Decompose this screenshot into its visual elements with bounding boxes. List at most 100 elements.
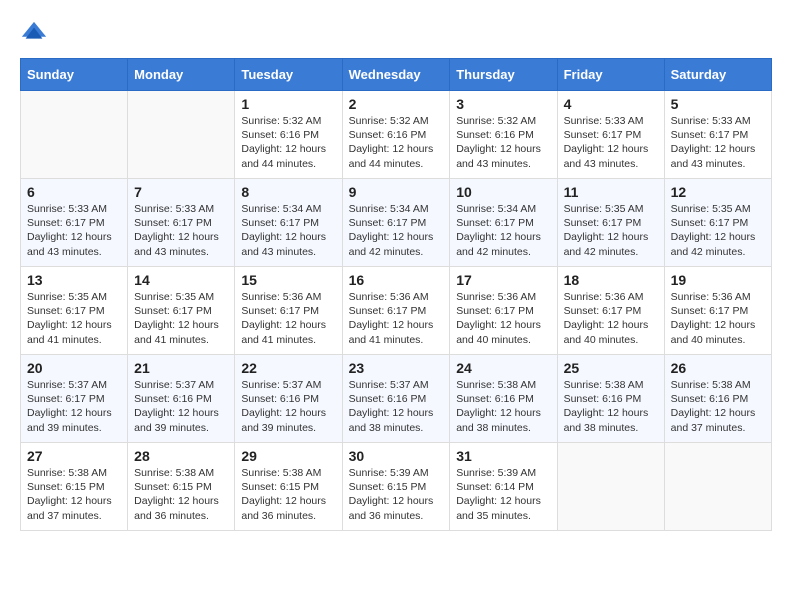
- day-header-monday: Monday: [128, 59, 235, 91]
- calendar-cell: [557, 443, 664, 531]
- cell-info: Sunrise: 5:34 AMSunset: 6:17 PMDaylight:…: [349, 202, 444, 259]
- calendar-cell: 30Sunrise: 5:39 AMSunset: 6:15 PMDayligh…: [342, 443, 450, 531]
- day-number: 17: [456, 272, 550, 288]
- cell-info: Sunrise: 5:38 AMSunset: 6:16 PMDaylight:…: [456, 378, 550, 435]
- calendar-week-row: 6 Sunrise: 5:33 AMSunset: 6:17 PMDaylight…: [21, 179, 772, 267]
- cell-info: Sunrise: 5:36 AMSunset: 6:17 PMDaylight:…: [456, 290, 550, 347]
- day-number: 12: [671, 184, 765, 200]
- day-number: 1: [241, 96, 335, 112]
- day-number: 3: [456, 96, 550, 112]
- day-number: 5: [671, 96, 765, 112]
- logo-icon: [20, 20, 48, 48]
- cell-info: Sunrise: 5:38 AMSunset: 6:15 PMDaylight:…: [241, 466, 335, 523]
- calendar-cell: 24 Sunrise: 5:38 AMSunset: 6:16 PMDayligh…: [450, 355, 557, 443]
- day-header-wednesday: Wednesday: [342, 59, 450, 91]
- calendar-cell: 19 Sunrise: 5:36 AMSunset: 6:17 PMDayligh…: [664, 267, 771, 355]
- calendar-cell: 23 Sunrise: 5:37 AMSunset: 6:16 PMDayligh…: [342, 355, 450, 443]
- calendar-cell: 7 Sunrise: 5:33 AMSunset: 6:17 PMDaylight…: [128, 179, 235, 267]
- day-number: 14: [134, 272, 228, 288]
- cell-info: Sunrise: 5:34 AMSunset: 6:17 PMDaylight:…: [241, 202, 335, 259]
- day-number: 2: [349, 96, 444, 112]
- day-number: 7: [134, 184, 228, 200]
- calendar-cell: 22Sunrise: 5:37 AMSunset: 6:16 PMDayligh…: [235, 355, 342, 443]
- day-number: 16: [349, 272, 444, 288]
- day-number: 11: [564, 184, 658, 200]
- day-number: 13: [27, 272, 121, 288]
- day-header-saturday: Saturday: [664, 59, 771, 91]
- calendar-cell: [21, 91, 128, 179]
- day-number: 8: [241, 184, 335, 200]
- cell-info: Sunrise: 5:36 AMSunset: 6:17 PMDaylight:…: [349, 290, 444, 347]
- day-number: 27: [27, 448, 121, 464]
- cell-info: Sunrise: 5:32 AMSunset: 6:16 PMDaylight:…: [241, 114, 335, 171]
- page-header: [20, 20, 772, 48]
- day-number: 29: [241, 448, 335, 464]
- day-number: 18: [564, 272, 658, 288]
- calendar-week-row: 20 Sunrise: 5:37 AMSunset: 6:17 PMDayligh…: [21, 355, 772, 443]
- cell-info: Sunrise: 5:36 AMSunset: 6:17 PMDaylight:…: [564, 290, 658, 347]
- calendar-cell: 25 Sunrise: 5:38 AMSunset: 6:16 PMDayligh…: [557, 355, 664, 443]
- calendar-cell: 12 Sunrise: 5:35 AMSunset: 6:17 PMDayligh…: [664, 179, 771, 267]
- cell-info: Sunrise: 5:35 AMSunset: 6:17 PMDaylight:…: [671, 202, 765, 259]
- day-header-sunday: Sunday: [21, 59, 128, 91]
- day-header-thursday: Thursday: [450, 59, 557, 91]
- calendar-table: SundayMondayTuesdayWednesdayThursdayFrid…: [20, 58, 772, 531]
- calendar-week-row: 27 Sunrise: 5:38 AMSunset: 6:15 PMDayligh…: [21, 443, 772, 531]
- day-number: 20: [27, 360, 121, 376]
- day-number: 6: [27, 184, 121, 200]
- cell-info: Sunrise: 5:38 AMSunset: 6:15 PMDaylight:…: [27, 466, 121, 523]
- cell-info: Sunrise: 5:35 AMSunset: 6:17 PMDaylight:…: [564, 202, 658, 259]
- day-header-friday: Friday: [557, 59, 664, 91]
- calendar-cell: 17 Sunrise: 5:36 AMSunset: 6:17 PMDayligh…: [450, 267, 557, 355]
- day-number: 19: [671, 272, 765, 288]
- cell-info: Sunrise: 5:35 AMSunset: 6:17 PMDaylight:…: [134, 290, 228, 347]
- cell-info: Sunrise: 5:37 AMSunset: 6:16 PMDaylight:…: [349, 378, 444, 435]
- day-number: 21: [134, 360, 228, 376]
- day-number: 4: [564, 96, 658, 112]
- day-number: 23: [349, 360, 444, 376]
- calendar-header-row: SundayMondayTuesdayWednesdayThursdayFrid…: [21, 59, 772, 91]
- day-header-tuesday: Tuesday: [235, 59, 342, 91]
- cell-info: Sunrise: 5:38 AMSunset: 6:16 PMDaylight:…: [671, 378, 765, 435]
- calendar-week-row: 13 Sunrise: 5:35 AMSunset: 6:17 PMDayligh…: [21, 267, 772, 355]
- calendar-cell: 26 Sunrise: 5:38 AMSunset: 6:16 PMDayligh…: [664, 355, 771, 443]
- calendar-cell: 13 Sunrise: 5:35 AMSunset: 6:17 PMDayligh…: [21, 267, 128, 355]
- day-number: 28: [134, 448, 228, 464]
- day-number: 25: [564, 360, 658, 376]
- calendar-cell: 15Sunrise: 5:36 AMSunset: 6:17 PMDayligh…: [235, 267, 342, 355]
- cell-info: Sunrise: 5:38 AMSunset: 6:16 PMDaylight:…: [564, 378, 658, 435]
- day-number: 15: [241, 272, 335, 288]
- calendar-cell: [664, 443, 771, 531]
- cell-info: Sunrise: 5:34 AMSunset: 6:17 PMDaylight:…: [456, 202, 550, 259]
- cell-info: Sunrise: 5:33 AMSunset: 6:17 PMDaylight:…: [564, 114, 658, 171]
- day-number: 22: [241, 360, 335, 376]
- calendar-cell: 3Sunrise: 5:32 AMSunset: 6:16 PMDaylight…: [450, 91, 557, 179]
- day-number: 30: [349, 448, 444, 464]
- cell-info: Sunrise: 5:35 AMSunset: 6:17 PMDaylight:…: [27, 290, 121, 347]
- calendar-cell: 21 Sunrise: 5:37 AMSunset: 6:16 PMDayligh…: [128, 355, 235, 443]
- calendar-cell: 2Sunrise: 5:32 AMSunset: 6:16 PMDaylight…: [342, 91, 450, 179]
- day-number: 26: [671, 360, 765, 376]
- calendar-cell: 14 Sunrise: 5:35 AMSunset: 6:17 PMDayligh…: [128, 267, 235, 355]
- cell-info: Sunrise: 5:37 AMSunset: 6:16 PMDaylight:…: [134, 378, 228, 435]
- calendar-cell: 8 Sunrise: 5:34 AMSunset: 6:17 PMDaylight…: [235, 179, 342, 267]
- calendar-cell: 31Sunrise: 5:39 AMSunset: 6:14 PMDayligh…: [450, 443, 557, 531]
- cell-info: Sunrise: 5:37 AMSunset: 6:17 PMDaylight:…: [27, 378, 121, 435]
- cell-info: Sunrise: 5:33 AMSunset: 6:17 PMDaylight:…: [27, 202, 121, 259]
- logo: [20, 20, 52, 48]
- calendar-cell: 6 Sunrise: 5:33 AMSunset: 6:17 PMDaylight…: [21, 179, 128, 267]
- calendar-cell: [128, 91, 235, 179]
- calendar-cell: 20 Sunrise: 5:37 AMSunset: 6:17 PMDayligh…: [21, 355, 128, 443]
- cell-info: Sunrise: 5:38 AMSunset: 6:15 PMDaylight:…: [134, 466, 228, 523]
- calendar-cell: 10Sunrise: 5:34 AMSunset: 6:17 PMDayligh…: [450, 179, 557, 267]
- cell-info: Sunrise: 5:39 AMSunset: 6:14 PMDaylight:…: [456, 466, 550, 523]
- calendar-cell: 27 Sunrise: 5:38 AMSunset: 6:15 PMDayligh…: [21, 443, 128, 531]
- calendar-cell: 28 Sunrise: 5:38 AMSunset: 6:15 PMDayligh…: [128, 443, 235, 531]
- cell-info: Sunrise: 5:33 AMSunset: 6:17 PMDaylight:…: [134, 202, 228, 259]
- calendar-cell: 9Sunrise: 5:34 AMSunset: 6:17 PMDaylight…: [342, 179, 450, 267]
- calendar-cell: 29 Sunrise: 5:38 AMSunset: 6:15 PMDayligh…: [235, 443, 342, 531]
- cell-info: Sunrise: 5:36 AMSunset: 6:17 PMDaylight:…: [671, 290, 765, 347]
- calendar-cell: 11 Sunrise: 5:35 AMSunset: 6:17 PMDayligh…: [557, 179, 664, 267]
- day-number: 24: [456, 360, 550, 376]
- calendar-cell: 1 Sunrise: 5:32 AMSunset: 6:16 PMDaylight…: [235, 91, 342, 179]
